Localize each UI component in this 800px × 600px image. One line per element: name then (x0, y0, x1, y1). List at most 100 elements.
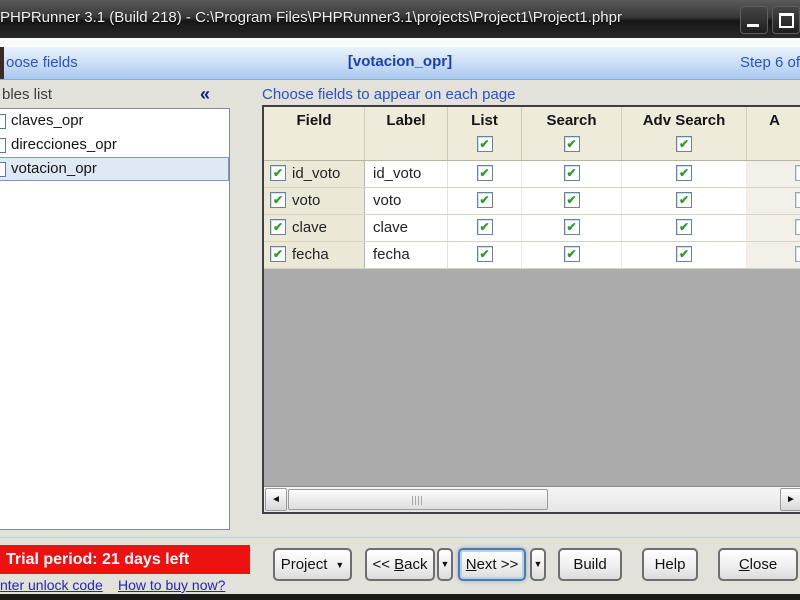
current-table-name: [votacion_opr] (347, 53, 453, 70)
grid-row: ✔ fecha fecha ✔ ✔ ✔ (264, 242, 800, 269)
field-cell: ✔ fecha (264, 242, 365, 268)
titlebar-separator (0, 38, 800, 47)
maximize-icon (779, 13, 794, 28)
thumb-grip-icon (412, 496, 424, 505)
add-checkbox[interactable] (795, 246, 800, 262)
table-icon (0, 162, 6, 177)
label-cell[interactable]: clave (365, 215, 448, 241)
select-all-adv-checkbox[interactable]: ✔ (676, 136, 692, 152)
add-cell (747, 242, 800, 268)
select-all-search-checkbox[interactable]: ✔ (563, 136, 580, 152)
back-button[interactable]: << Back (365, 548, 435, 581)
list-checkbox[interactable]: ✔ (476, 192, 493, 208)
list-cell: ✔ (448, 188, 522, 214)
table-item-direcciones-opr[interactable]: direcciones_opr (0, 133, 229, 157)
horizontal-scrollbar[interactable]: ◄ ► (264, 486, 800, 512)
fields-grid: Field Label List ✔ Search ✔ Adv Search ✔… (262, 105, 800, 514)
adv-search-cell: ✔ (622, 242, 747, 268)
wizard-header: oose fields [votacion_opr] Step 6 of (0, 47, 800, 80)
field-checkbox[interactable]: ✔ (270, 165, 286, 181)
table-item-label: votacion_opr (11, 160, 97, 177)
grid-header-row: Field Label List ✔ Search ✔ Adv Search ✔… (264, 107, 800, 161)
search-checkbox[interactable]: ✔ (563, 246, 580, 262)
label-cell[interactable]: id_voto (365, 161, 448, 187)
list-checkbox[interactable]: ✔ (476, 246, 493, 262)
search-cell: ✔ (522, 188, 622, 214)
minimize-button[interactable] (740, 6, 768, 34)
adv-search-cell: ✔ (622, 188, 747, 214)
column-header-search: Search ✔ (522, 107, 622, 160)
select-all-list-checkbox[interactable]: ✔ (476, 136, 493, 152)
table-icon (0, 114, 6, 129)
table-item-votacion-opr[interactable]: votacion_opr (0, 157, 229, 181)
list-checkbox[interactable]: ✔ (476, 165, 493, 181)
search-cell: ✔ (522, 161, 622, 187)
label-cell[interactable]: fecha (365, 242, 448, 268)
list-cell: ✔ (448, 242, 522, 268)
field-cell: ✔ voto (264, 188, 365, 214)
help-button[interactable]: Help (642, 548, 698, 581)
grid-row: ✔ clave clave ✔ ✔ ✔ (264, 215, 800, 242)
search-checkbox[interactable]: ✔ (563, 165, 580, 181)
enter-unlock-code-link[interactable]: nter unlock code (0, 577, 103, 593)
footer-separator (0, 537, 800, 538)
back-dropdown-button[interactable]: ▼ (437, 548, 453, 581)
grid-row: ✔ voto voto ✔ ✔ ✔ (264, 188, 800, 215)
search-checkbox[interactable]: ✔ (563, 192, 580, 208)
adv-search-checkbox[interactable]: ✔ (676, 192, 692, 208)
minimize-icon (747, 24, 759, 27)
scroll-left-icon[interactable]: ◄ (265, 488, 287, 511)
add-checkbox[interactable] (795, 219, 800, 235)
scrollbar-thumb[interactable] (288, 489, 548, 510)
adv-search-cell: ✔ (622, 161, 747, 187)
field-checkbox[interactable]: ✔ (270, 219, 286, 235)
add-cell (747, 215, 800, 241)
field-checkbox[interactable]: ✔ (270, 192, 286, 208)
adv-search-checkbox[interactable]: ✔ (676, 246, 692, 262)
grid-caption: Choose fields to appear on each page (262, 86, 516, 103)
trial-banner: Trial period: 21 days left (0, 545, 250, 574)
add-checkbox[interactable] (795, 165, 800, 181)
how-to-buy-link[interactable]: How to buy now? (118, 577, 225, 593)
tables-list: claves_opr direcciones_opr votacion_opr (0, 108, 230, 530)
app-window: PHPRunner 3.1 (Build 218) - C:\Program F… (0, 0, 800, 600)
build-button[interactable]: Build (558, 548, 622, 581)
list-checkbox[interactable]: ✔ (476, 219, 493, 235)
adv-search-checkbox[interactable]: ✔ (676, 165, 692, 181)
search-cell: ✔ (522, 215, 622, 241)
tables-list-title: bles list (2, 86, 53, 103)
grid-row: ✔ id_voto id_voto ✔ ✔ ✔ (264, 161, 800, 188)
dropdown-icon: ▼ (335, 560, 345, 570)
step-indicator: Step 6 of (739, 54, 800, 71)
adv-search-checkbox[interactable]: ✔ (676, 219, 692, 235)
add-cell (747, 188, 800, 214)
field-name: fecha (292, 246, 329, 263)
label-cell[interactable]: voto (365, 188, 448, 214)
field-name: voto (292, 192, 321, 209)
close-button[interactable]: Close (718, 548, 798, 581)
column-header-label: Label (365, 107, 448, 160)
column-header-list: List ✔ (448, 107, 522, 160)
list-cell: ✔ (448, 215, 522, 241)
field-cell: ✔ id_voto (264, 161, 365, 187)
next-dropdown-button[interactable]: ▼ (530, 548, 546, 581)
search-checkbox[interactable]: ✔ (563, 219, 580, 235)
adv-search-cell: ✔ (622, 215, 747, 241)
field-checkbox[interactable]: ✔ (270, 246, 286, 262)
column-header-adv-search: Adv Search ✔ (622, 107, 747, 160)
field-cell: ✔ clave (264, 215, 365, 241)
table-item-claves-opr[interactable]: claves_opr (0, 109, 229, 133)
add-cell (747, 161, 800, 187)
next-button[interactable]: Next >> (458, 548, 526, 581)
add-checkbox[interactable] (795, 192, 800, 208)
search-cell: ✔ (522, 242, 622, 268)
collapse-sidebar-icon[interactable]: « (200, 84, 210, 105)
scroll-right-icon[interactable]: ► (780, 488, 800, 511)
table-item-label: claves_opr (11, 112, 84, 129)
column-header-field: Field (264, 107, 365, 160)
maximize-button[interactable] (772, 6, 800, 34)
window-title: PHPRunner 3.1 (Build 218) - C:\Program F… (0, 9, 622, 26)
field-name: id_voto (292, 165, 341, 182)
project-button[interactable]: Project ▼ (273, 548, 352, 581)
list-cell: ✔ (448, 161, 522, 187)
